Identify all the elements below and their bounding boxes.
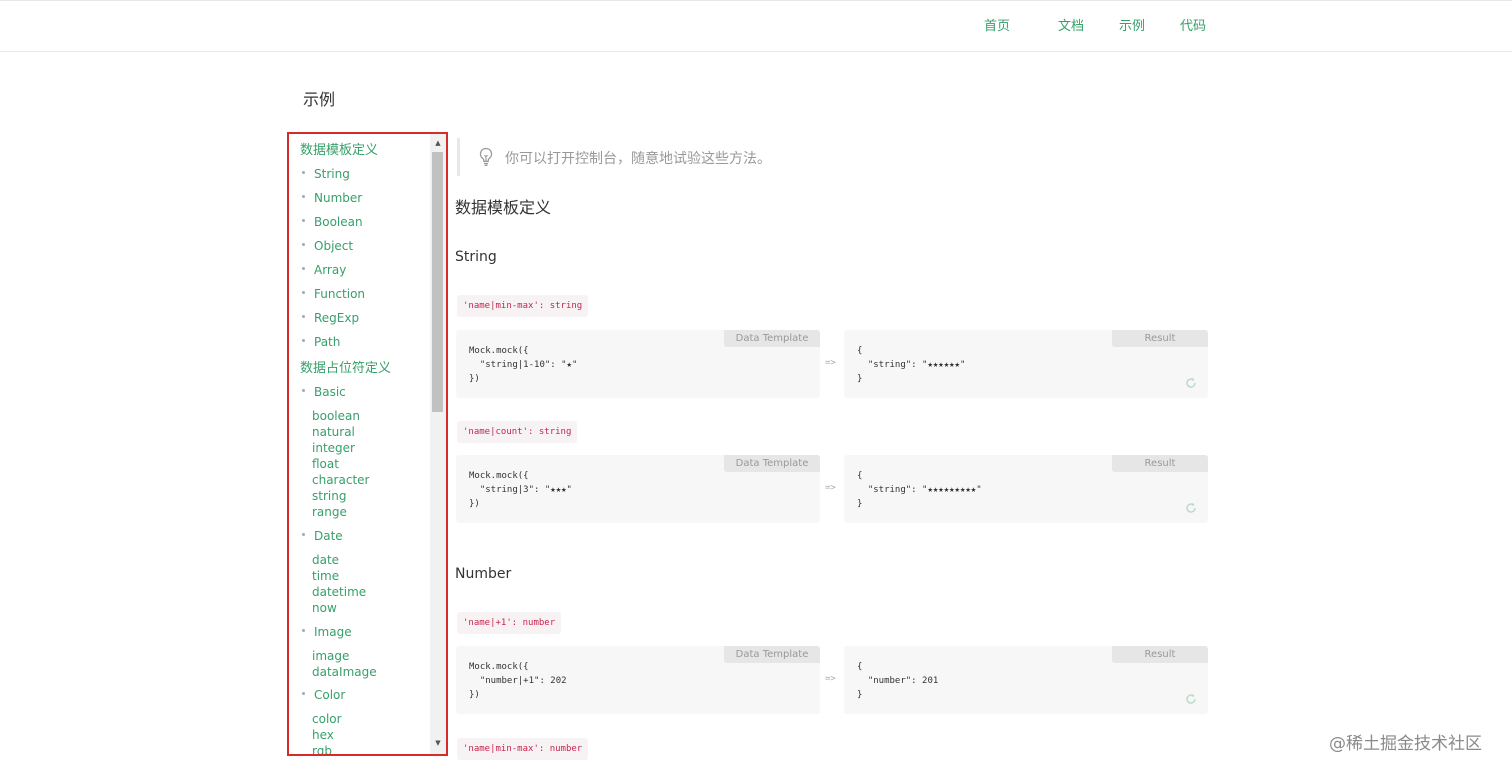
sidebar-group-placeholder[interactable]: 数据占位符定义 [300, 357, 391, 376]
template-code: Mock.mock({ "number|+1": 202 }) [469, 662, 567, 700]
template-panel: Data Template Mock.mock({ "string|1-10":… [456, 330, 820, 398]
sidebar-group-template[interactable]: 数据模板定义 [300, 139, 378, 158]
rule-code-tag: 'name|+1': number [457, 612, 562, 634]
bullet-icon [302, 195, 305, 198]
template-badge: Data Template [724, 646, 820, 663]
sidebar-item-image[interactable]: Image [300, 624, 352, 640]
page-title: 示例 [303, 90, 336, 109]
sidebar-sub-rgb[interactable]: rgb [312, 743, 332, 754]
sidebar-sub-color[interactable]: color [312, 711, 342, 727]
nav-code[interactable]: 代码 [1180, 17, 1220, 37]
result-code: { "number": 201 } [857, 662, 939, 700]
bullet-icon [302, 171, 305, 174]
template-panel: Data Template Mock.mock({ "number|+1": 2… [456, 646, 820, 714]
sidebar-item-basic[interactable]: Basic [300, 384, 346, 400]
bullet-icon [302, 219, 305, 222]
sidebar-item-date[interactable]: Date [300, 528, 343, 544]
rule-code-tag: 'name|min-max': string [457, 295, 589, 317]
nav-home[interactable]: 首页 [984, 17, 1058, 37]
sidebar-item-regexp[interactable]: RegExp [300, 310, 359, 326]
sidebar-sub-string[interactable]: string [312, 488, 346, 504]
bullet-icon [302, 533, 305, 536]
result-panel: Result { "number": 201 } [844, 646, 1208, 714]
sidebar-item-string[interactable]: String [300, 166, 350, 182]
nav-docs[interactable]: 文档 [1058, 17, 1119, 37]
result-badge: Result [1112, 455, 1208, 472]
sidebar-sub-image[interactable]: image [312, 648, 349, 664]
subsection-number-title: Number [455, 566, 512, 582]
template-panel: Data Template Mock.mock({ "string|3": "★… [456, 455, 820, 523]
sidebar-item-color[interactable]: Color [300, 687, 345, 703]
watermark: @稀土掘金技术社区 [1329, 734, 1482, 754]
refresh-icon[interactable] [1185, 502, 1197, 514]
bullet-icon [302, 315, 305, 318]
subsection-string-title: String [455, 249, 497, 265]
bullet-icon [302, 267, 305, 270]
bullet-icon [302, 692, 305, 695]
result-panel: Result { "string": "★★★★★★" } [844, 330, 1208, 398]
sidebar-sub-date[interactable]: date [312, 552, 339, 568]
sidebar-sub-character[interactable]: character [312, 472, 369, 488]
result-code: { "string": "★★★★★★" } [857, 346, 966, 384]
bullet-icon [302, 389, 305, 392]
template-badge: Data Template [724, 455, 820, 472]
nav-examples[interactable]: 示例 [1119, 17, 1180, 37]
scroll-down-arrow-icon[interactable]: ▼ [430, 738, 446, 748]
bullet-icon [302, 629, 305, 632]
rule-code-tag: 'name|min-max': number [457, 738, 589, 760]
sidebar-item-array[interactable]: Array [300, 262, 346, 278]
scroll-up-arrow-icon[interactable]: ▲ [430, 138, 446, 148]
result-badge: Result [1112, 330, 1208, 347]
arrow-label: => [825, 358, 836, 368]
top-navbar: 首页 文档 示例 代码 [0, 0, 1512, 52]
arrow-label: => [825, 674, 836, 684]
tip-text: 你可以打开控制台，随意地试验这些方法。 [505, 151, 771, 167]
sidebar-scroll-thumb[interactable] [432, 152, 443, 412]
sidebar-sub-float[interactable]: float [312, 456, 339, 472]
sidebar-sub-natural[interactable]: natural [312, 424, 355, 440]
sidebar-list: 数据模板定义 String Number Boolean Object Arra… [289, 134, 430, 754]
bullet-icon [302, 291, 305, 294]
section-title: 数据模板定义 [455, 198, 552, 217]
sidebar-sub-range[interactable]: range [312, 504, 347, 520]
sidebar-item-number[interactable]: Number [300, 190, 362, 206]
sidebar-sub-integer[interactable]: integer [312, 440, 355, 456]
result-panel: Result { "string": "★★★★★★★★★" } [844, 455, 1208, 523]
sidebar-item-path[interactable]: Path [300, 334, 340, 350]
sidebar-sub-time[interactable]: time [312, 568, 339, 584]
sidebar-sub-datetime[interactable]: datetime [312, 584, 366, 600]
bullet-icon [302, 243, 305, 246]
sidebar-sub-boolean[interactable]: boolean [312, 408, 360, 424]
refresh-icon[interactable] [1185, 377, 1197, 389]
lightbulb-icon [479, 147, 493, 166]
sidebar-item-boolean[interactable]: Boolean [300, 214, 363, 230]
template-badge: Data Template [724, 330, 820, 347]
tip-callout: 你可以打开控制台，随意地试验这些方法。 [457, 138, 1217, 176]
result-code: { "string": "★★★★★★★★★" } [857, 471, 982, 509]
main-nav: 首页 文档 示例 代码 [984, 17, 1220, 37]
sidebar-item-function[interactable]: Function [300, 286, 365, 302]
template-code: Mock.mock({ "string|3": "★★★" }) [469, 471, 572, 509]
sidebar-sub-now[interactable]: now [312, 600, 337, 616]
sidebar-sub-hex[interactable]: hex [312, 727, 334, 743]
bullet-icon [302, 339, 305, 342]
sidebar-sub-dataimage[interactable]: dataImage [312, 664, 377, 680]
sidebar-toc: 数据模板定义 String Number Boolean Object Arra… [287, 132, 448, 756]
template-code: Mock.mock({ "string|1-10": "★" }) [469, 346, 578, 384]
arrow-label: => [825, 483, 836, 493]
sidebar-item-object[interactable]: Object [300, 238, 353, 254]
result-badge: Result [1112, 646, 1208, 663]
rule-code-tag: 'name|count': string [457, 421, 578, 443]
refresh-icon[interactable] [1185, 693, 1197, 705]
